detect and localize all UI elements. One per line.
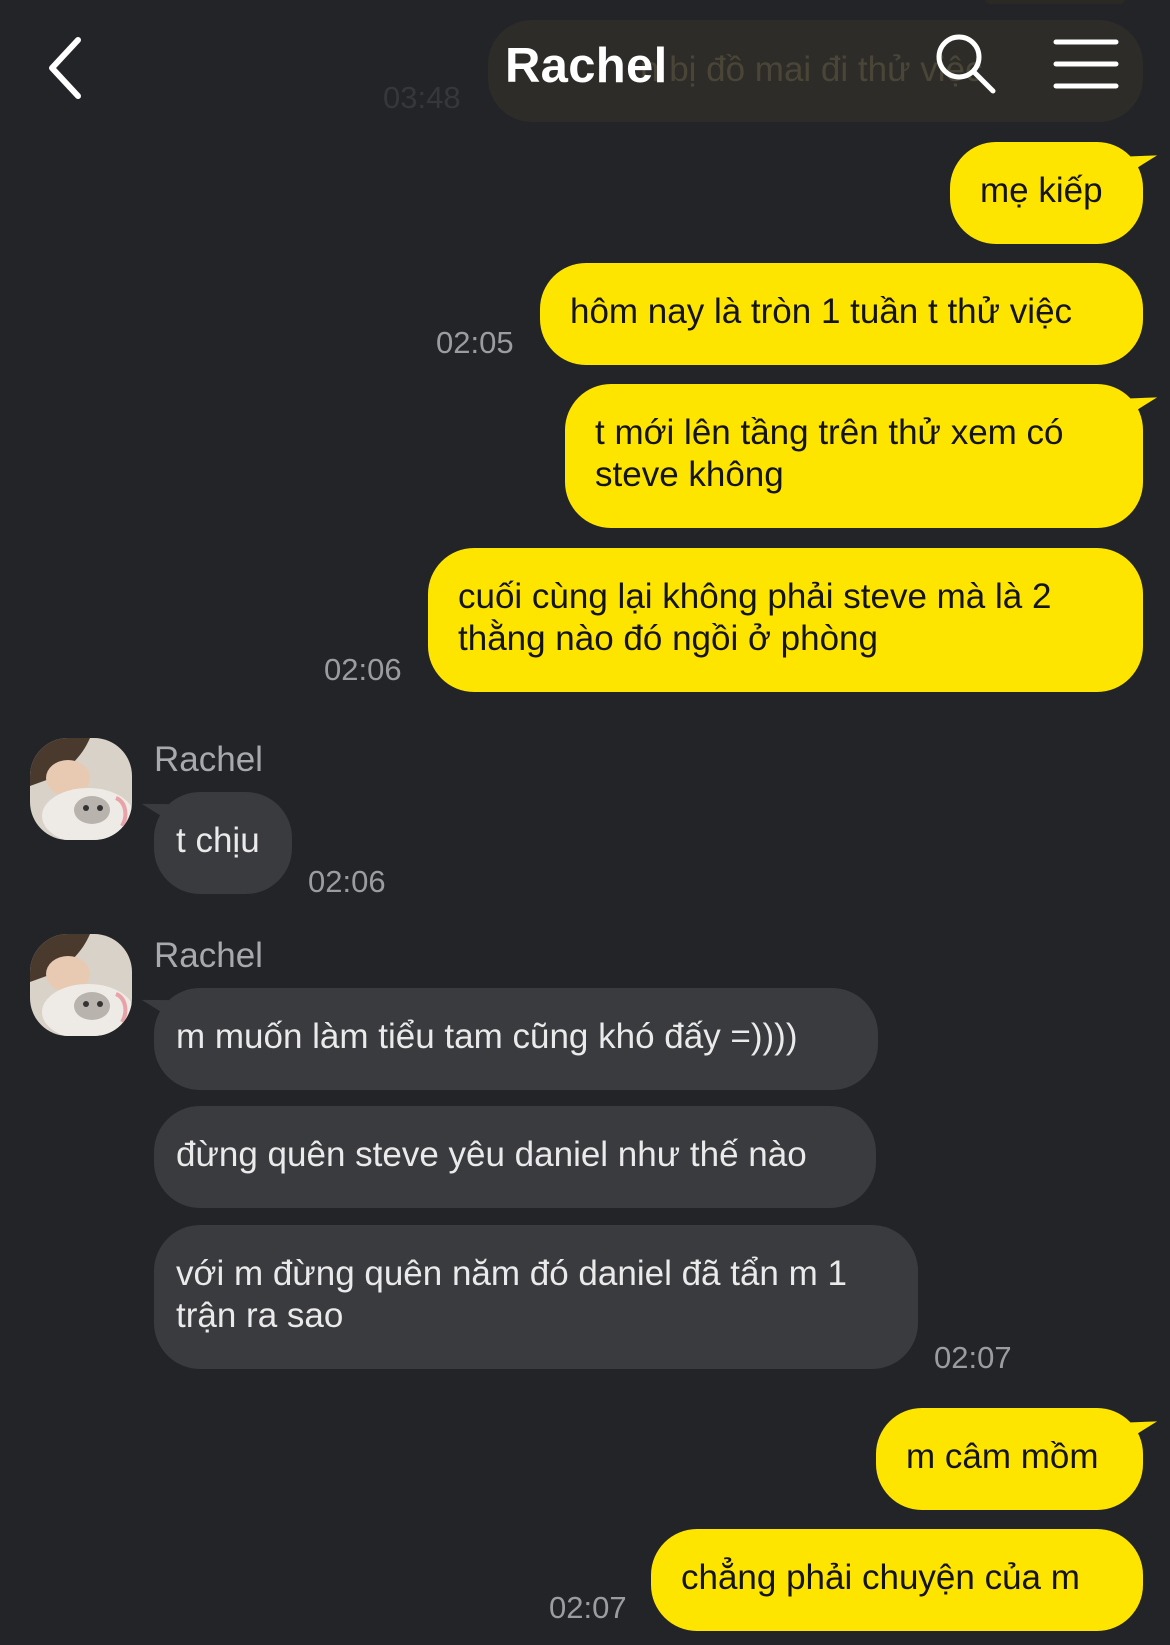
sender-name: Rachel	[154, 936, 263, 975]
incoming-message[interactable]: với m đừng quên năm đó daniel đã tẩn m 1…	[154, 1225, 918, 1369]
message-text-line: steve không	[595, 455, 784, 494]
message-text-line: t mới lên tầng trên thử xem có	[595, 413, 1064, 452]
menu-button[interactable]	[1050, 34, 1122, 94]
back-button[interactable]	[40, 30, 100, 106]
message-text: đừng quên steve yêu daniel như thế nào	[176, 1135, 807, 1174]
outgoing-message[interactable]: m câm mồm	[876, 1408, 1143, 1510]
incoming-message[interactable]: đừng quên steve yêu daniel như thế nào	[154, 1106, 876, 1208]
avatar-photo	[30, 738, 132, 840]
outgoing-message[interactable]: chẳng phải chuyện của m	[651, 1529, 1143, 1631]
message-text: hôm nay là tròn 1 tuần t thử việc	[570, 292, 1073, 331]
scrolled-bubble-edge	[985, 0, 1125, 4]
outgoing-message[interactable]: mẹ kiếp	[950, 142, 1143, 244]
chat-header: n bị đồ mai đi thử việc 03:48 Rachel	[0, 0, 1170, 140]
avatar-photo	[30, 934, 132, 1036]
message-text: mẹ kiếp	[980, 171, 1103, 210]
message-text: m muốn làm tiểu tam cũng khó đấy =))))	[176, 1017, 798, 1056]
scrolled-behind-time: 03:48	[383, 80, 461, 115]
outgoing-message[interactable]: cuối cùng lại không phải steve mà là 2 t…	[428, 548, 1143, 692]
message-text-line: trận ra sao	[176, 1296, 344, 1335]
message-time: 02:05	[436, 325, 514, 360]
message-text-line: với m đừng quên năm đó daniel đã tẩn m 1	[176, 1254, 847, 1293]
message-text-line: thằng nào đó ngồi ở phòng	[458, 619, 878, 658]
search-icon	[936, 34, 996, 94]
incoming-message[interactable]: m muốn làm tiểu tam cũng khó đấy =))))	[154, 988, 878, 1090]
outgoing-message[interactable]: hôm nay là tròn 1 tuần t thử việc	[540, 263, 1143, 365]
message-time: 02:07	[934, 1340, 1012, 1375]
chat-title: Rachel	[505, 39, 668, 93]
message-text: m câm mồm	[906, 1437, 1099, 1476]
hamburger-menu-icon	[1053, 39, 1119, 89]
avatar[interactable]	[30, 738, 132, 840]
message-time: 02:06	[324, 652, 402, 687]
search-button[interactable]	[932, 30, 1000, 98]
message-text-line: cuối cùng lại không phải steve mà là 2	[458, 577, 1052, 616]
sender-name: Rachel	[154, 740, 263, 779]
message-time: 02:06	[308, 864, 386, 899]
message-text: chẳng phải chuyện của m	[681, 1558, 1080, 1597]
message-time: 02:07	[549, 1590, 627, 1625]
chevron-left-icon	[49, 37, 81, 99]
outgoing-message[interactable]: t mới lên tầng trên thử xem có steve khô…	[565, 384, 1143, 528]
message-text: t chịu	[176, 821, 260, 860]
incoming-message[interactable]: t chịu	[154, 792, 292, 894]
avatar[interactable]	[30, 934, 132, 1036]
